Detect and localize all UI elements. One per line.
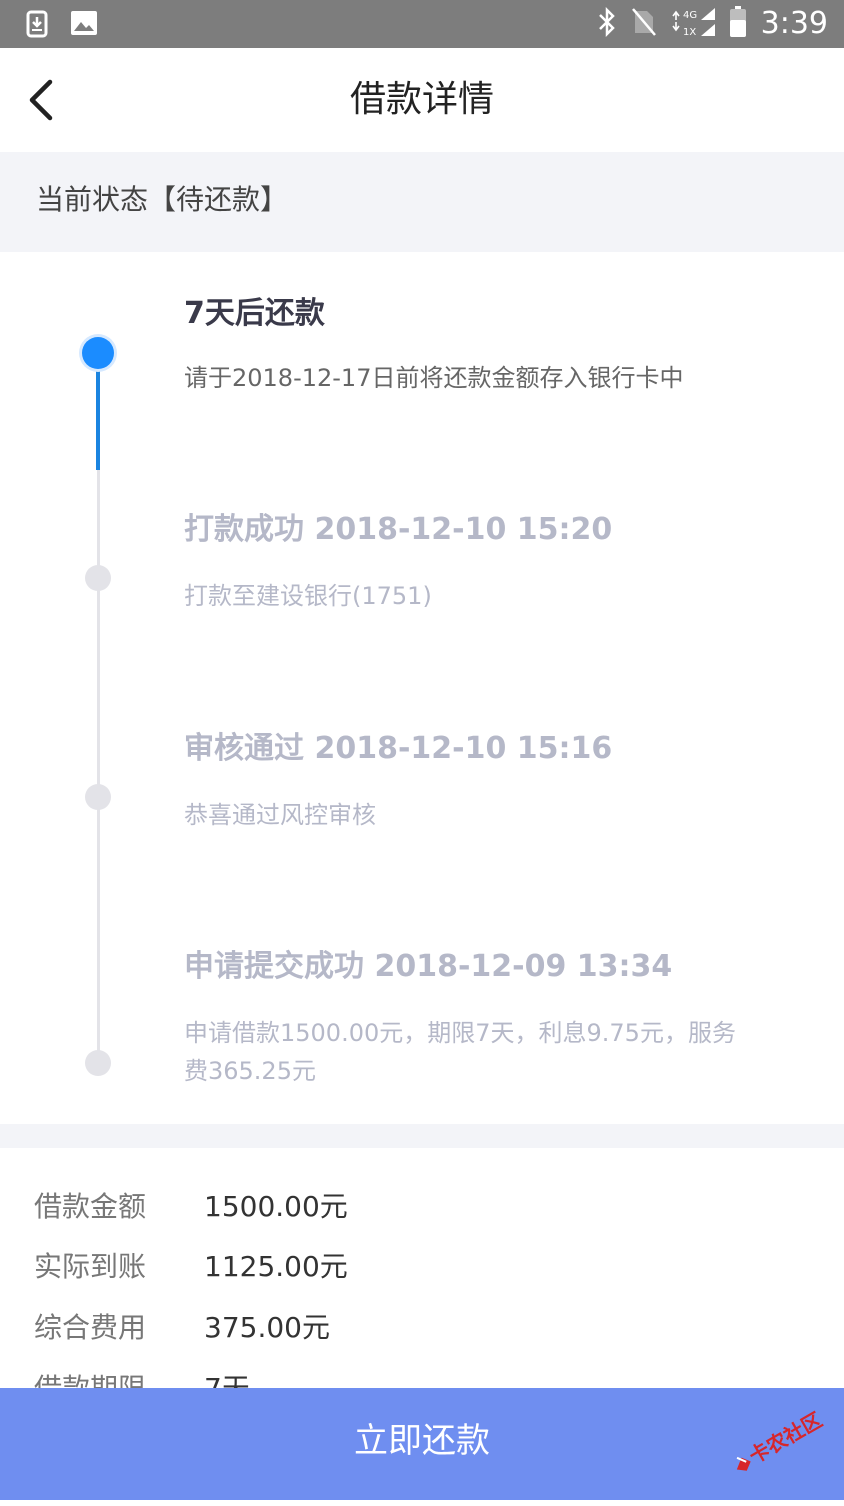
bluetooth-icon (597, 6, 617, 41)
timeline-desc: 申请借款1500.00元，期限7天，利息9.75元，服务费365.25元 (184, 1019, 736, 1085)
detail-value: 1500.00元 (204, 1190, 348, 1223)
detail-row: 综合费用 375.00元 (34, 1301, 330, 1351)
timeline-desc: 请于2018-12-17日前将还款金额存入银行卡中 (184, 364, 684, 392)
timeline-dot (85, 784, 111, 810)
signal-4g-icon: 4G 1X (671, 6, 715, 42)
current-status-strip: 当前状态【待还款】 (0, 152, 844, 252)
detail-label: 实际到账 (34, 1250, 147, 1283)
svg-text:1X: 1X (683, 27, 696, 38)
current-status-text: 当前状态【待还款】 (36, 183, 289, 216)
download-icon (26, 10, 48, 42)
page-title: 借款详情 (349, 79, 494, 120)
svg-text:4G: 4G (683, 10, 697, 21)
timeline-dot (85, 565, 111, 591)
watermark-text: 卡农社区 (745, 1408, 826, 1469)
detail-row: 借款期限 7天 (34, 1362, 250, 1388)
timeline-title: 7天后还款 (184, 296, 325, 331)
detail-value: 7天 (204, 1367, 250, 1388)
timeline-desc: 打款至建设银行(1751) (184, 582, 432, 610)
detail-label: 借款期限 (34, 1367, 204, 1388)
loan-timeline: 7天后还款 请于2018-12-17日前将还款金额存入银行卡中 打款成功 201… (0, 252, 844, 1124)
detail-value: 1125.00元 (204, 1250, 348, 1283)
image-icon (70, 10, 98, 42)
timeline-title: 审核通过 2018-12-10 15:16 (184, 731, 613, 766)
detail-label: 综合费用 (34, 1311, 147, 1344)
timeline-title: 申请提交成功 2018-12-09 13:34 (184, 949, 673, 984)
detail-row: 借款金额 1500.00元 (34, 1180, 348, 1230)
battery-icon (729, 6, 747, 42)
loan-details: 借款金额 1500.00元 实际到账 1125.00元 综合费用 375.00元… (0, 1148, 844, 1388)
nav-bar: 借款详情 (0, 48, 844, 152)
timeline-dot-active (82, 337, 114, 369)
status-bar: 4G 1X 3:39 (0, 0, 844, 48)
section-divider (0, 1124, 844, 1148)
detail-value: 375.00元 (204, 1311, 330, 1344)
timeline-title: 打款成功 2018-12-10 15:20 (184, 512, 613, 547)
detail-row: 实际到账 1125.00元 (34, 1240, 348, 1290)
timeline-desc: 恭喜通过风控审核 (184, 801, 376, 829)
timeline-dot (85, 1050, 111, 1076)
clock: 3:39 (760, 6, 828, 41)
no-sim-icon (631, 7, 657, 41)
timeline-progress (96, 352, 100, 470)
detail-label: 借款金额 (34, 1190, 147, 1223)
